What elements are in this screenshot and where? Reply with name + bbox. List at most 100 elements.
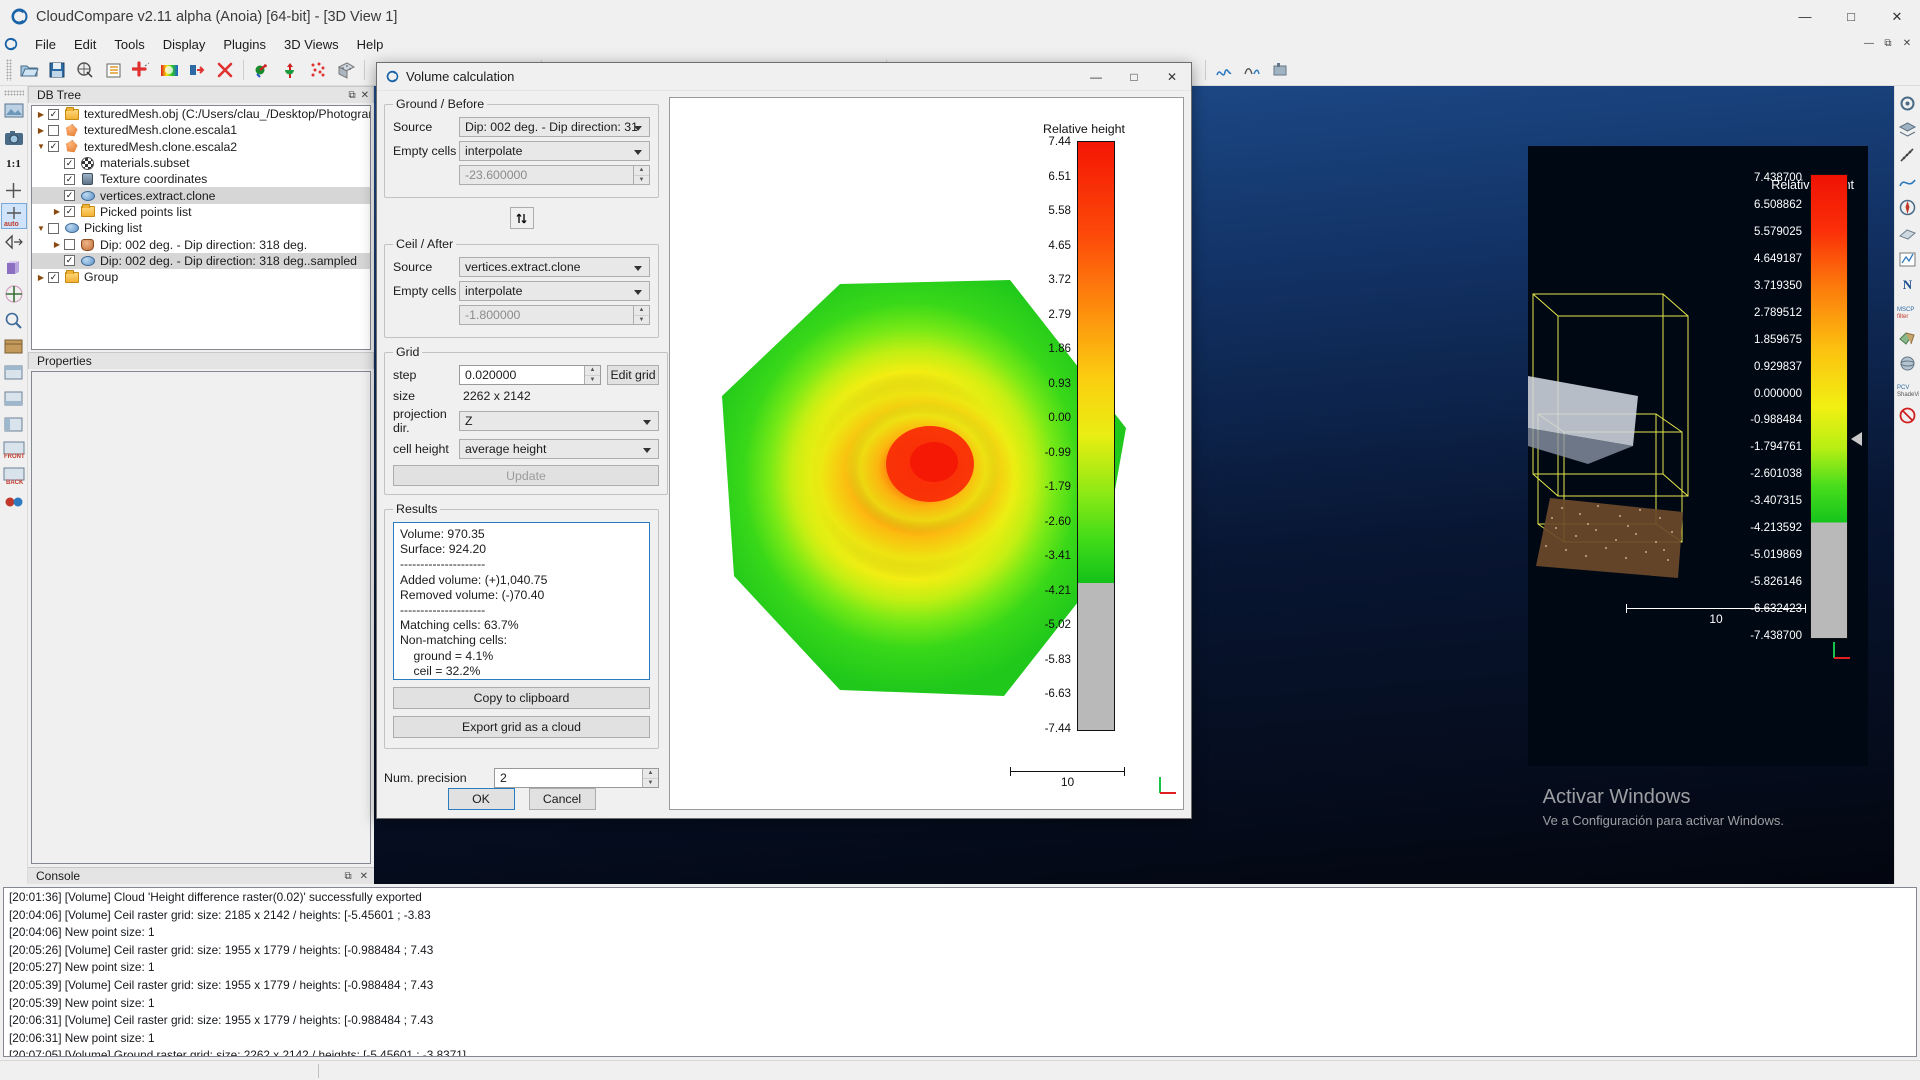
tree-checkbox[interactable] xyxy=(48,124,59,136)
results-text[interactable]: Volume: 970.35 Surface: 924.20 ---------… xyxy=(393,522,650,680)
spin-down-icon[interactable]: ▼ xyxy=(585,375,600,384)
volume-preview-view[interactable]: Relative height 7.44 6.51 5.58 4.65 3.72 2.79… xyxy=(669,97,1184,810)
tree-row[interactable]: ▶ ✓ texturedMesh.obj (C:/Users/clau_/Deskt… xyxy=(32,106,370,122)
tree-row[interactable]: ▶ texturedMesh.clone.escala1 xyxy=(32,122,370,138)
chevron-right-icon[interactable]: ▶ xyxy=(50,240,64,249)
sf-edit-icon[interactable] xyxy=(1896,247,1920,271)
move-icon[interactable] xyxy=(2,282,26,306)
tree-row[interactable]: ▶ Dip: 002 deg. - Dip direction: 318 deg. xyxy=(32,236,370,252)
view-left-icon[interactable] xyxy=(2,412,26,436)
chevron-down-icon[interactable]: ▼ xyxy=(34,142,48,151)
add-point-icon[interactable] xyxy=(128,57,154,83)
toolbar-grip[interactable] xyxy=(6,59,12,81)
copy-to-clipboard-button[interactable]: Copy to clipboard xyxy=(393,687,650,709)
forbidden-icon[interactable] xyxy=(1896,403,1920,427)
dialog-maximize-button[interactable]: □ xyxy=(1115,63,1153,91)
tree-row[interactable]: ▼ ✓ texturedMesh.clone.escala2 xyxy=(32,139,370,155)
stereo-icon[interactable] xyxy=(2,490,26,514)
qpcv-icon[interactable]: PCVShadeVis xyxy=(1896,377,1920,401)
ground-height-spin-buttons[interactable]: ▲ ▼ xyxy=(633,166,649,184)
ceil-source-select[interactable]: vertices.extract.clone xyxy=(459,257,650,277)
orthographic-icon[interactable] xyxy=(2,256,26,280)
panel-icon[interactable] xyxy=(2,334,26,358)
merge-icon[interactable] xyxy=(277,57,303,83)
dialog-minimize-button[interactable]: — xyxy=(1077,63,1115,91)
one-to-one-icon[interactable]: 1:1 xyxy=(2,152,26,176)
grid-projection-select[interactable]: Z xyxy=(459,411,659,431)
tree-checkbox[interactable]: ✓ xyxy=(64,173,75,185)
spin-up-icon[interactable]: ▲ xyxy=(643,769,658,779)
stats-icon[interactable] xyxy=(1239,57,1265,83)
maximize-button[interactable]: □ xyxy=(1828,0,1874,33)
ground-empty-cells-select[interactable]: interpolate xyxy=(459,141,650,161)
minimize-button[interactable]: — xyxy=(1782,0,1828,33)
export-grid-as-cloud-button[interactable]: Export grid as a cloud xyxy=(393,716,650,738)
tree-checkbox[interactable]: ✓ xyxy=(48,141,59,153)
north-icon[interactable]: N xyxy=(1896,273,1920,297)
trace-icon[interactable] xyxy=(1896,169,1920,193)
view-front-icon[interactable]: FRONT xyxy=(2,438,26,462)
chevron-down-icon[interactable]: ▼ xyxy=(34,224,48,233)
spin-down-icon[interactable]: ▼ xyxy=(634,315,649,324)
ground-height-spinbox[interactable]: -23.600000 ▲ ▼ xyxy=(459,165,650,185)
grid-step-spin-buttons[interactable]: ▲ ▼ xyxy=(584,366,600,384)
menu-plugins[interactable]: Plugins xyxy=(214,35,275,54)
ruler-icon[interactable] xyxy=(1896,143,1920,167)
dialog-close-button[interactable]: ✕ xyxy=(1153,63,1191,91)
ceil-height-spin-buttons[interactable]: ▲ ▼ xyxy=(633,306,649,324)
chevron-right-icon[interactable]: ▶ xyxy=(50,207,64,216)
list-icon[interactable] xyxy=(100,57,126,83)
grid-step-input[interactable]: 0.020000 ▲ ▼ xyxy=(459,365,601,385)
view-bottom-icon[interactable] xyxy=(2,386,26,410)
subsample-icon[interactable] xyxy=(305,57,331,83)
update-button[interactable]: Update xyxy=(393,465,659,486)
mdi-restore-icon[interactable]: ⧉ xyxy=(1879,35,1897,52)
properties-panel[interactable] xyxy=(31,371,371,864)
float-icon[interactable]: ⧉ xyxy=(344,871,351,882)
grid-cell-height-select[interactable]: average height xyxy=(459,439,659,459)
camera-icon[interactable] xyxy=(2,126,26,150)
menu-help[interactable]: Help xyxy=(348,35,393,54)
float-icon[interactable]: ⧉ xyxy=(348,90,355,101)
spin-up-icon[interactable]: ▲ xyxy=(585,366,600,376)
tree-row[interactable]: ▶ ✓ Group xyxy=(32,269,370,285)
ceil-height-spinbox[interactable]: -1.800000 ▲ ▼ xyxy=(459,305,650,325)
tree-row[interactable]: ✓ materials.subset xyxy=(32,155,370,171)
delete-icon[interactable] xyxy=(212,57,238,83)
compass-icon[interactable] xyxy=(1896,195,1920,219)
console-output[interactable]: [20:01:36] [Volume] Cloud 'Height differ… xyxy=(3,887,1917,1057)
auto-pick-rotation-icon[interactable]: auto xyxy=(0,203,27,229)
mscp-icon[interactable]: MSCP filter xyxy=(1896,299,1920,323)
menu-display[interactable]: Display xyxy=(154,35,215,54)
num-precision-input[interactable]: 2 ▲ ▼ xyxy=(494,768,659,788)
num-precision-spin-buttons[interactable]: ▲ ▼ xyxy=(642,769,658,787)
pivot-icon[interactable] xyxy=(2,230,26,254)
cancel-button[interactable]: Cancel xyxy=(528,788,596,810)
close-button[interactable]: ✕ xyxy=(1874,0,1920,33)
tree-row[interactable]: ✓ Dip: 002 deg. - Dip direction: 318 deg.… xyxy=(32,252,370,269)
menu-edit[interactable]: Edit xyxy=(65,35,105,54)
ok-button[interactable]: OK xyxy=(447,788,515,810)
menu-tools[interactable]: Tools xyxy=(105,35,153,54)
chevron-right-icon[interactable]: ▶ xyxy=(34,273,48,282)
plane-icon[interactable] xyxy=(1896,221,1920,245)
db-tree-panel[interactable]: ▶ ✓ texturedMesh.obj (C:/Users/clau_/Deskt… xyxy=(31,105,371,350)
plugin-icon[interactable] xyxy=(1267,57,1293,83)
magnifier-icon[interactable] xyxy=(2,308,26,332)
facets-icon[interactable] xyxy=(1896,325,1920,349)
tree-row[interactable]: ▼ Picking list xyxy=(32,220,370,236)
ceil-empty-cells-select[interactable]: interpolate xyxy=(459,281,650,301)
close-icon[interactable]: ✕ xyxy=(361,90,369,101)
tree-row[interactable]: ✓ vertices.extract.clone xyxy=(32,187,370,204)
open-file-icon[interactable] xyxy=(16,57,42,83)
segment-icon[interactable] xyxy=(333,57,359,83)
save-icon[interactable] xyxy=(44,57,70,83)
tree-checkbox[interactable]: ✓ xyxy=(64,190,75,202)
tree-checkbox[interactable]: ✓ xyxy=(64,206,75,218)
mdi-close-icon[interactable]: ✕ xyxy=(1898,35,1916,52)
display-icon[interactable] xyxy=(2,100,26,124)
chevron-right-icon[interactable]: ▶ xyxy=(34,126,48,135)
scatter-icon[interactable] xyxy=(1896,351,1920,375)
zoom-fit-icon[interactable] xyxy=(2,178,26,202)
chevron-right-icon[interactable]: ▶ xyxy=(34,110,48,119)
